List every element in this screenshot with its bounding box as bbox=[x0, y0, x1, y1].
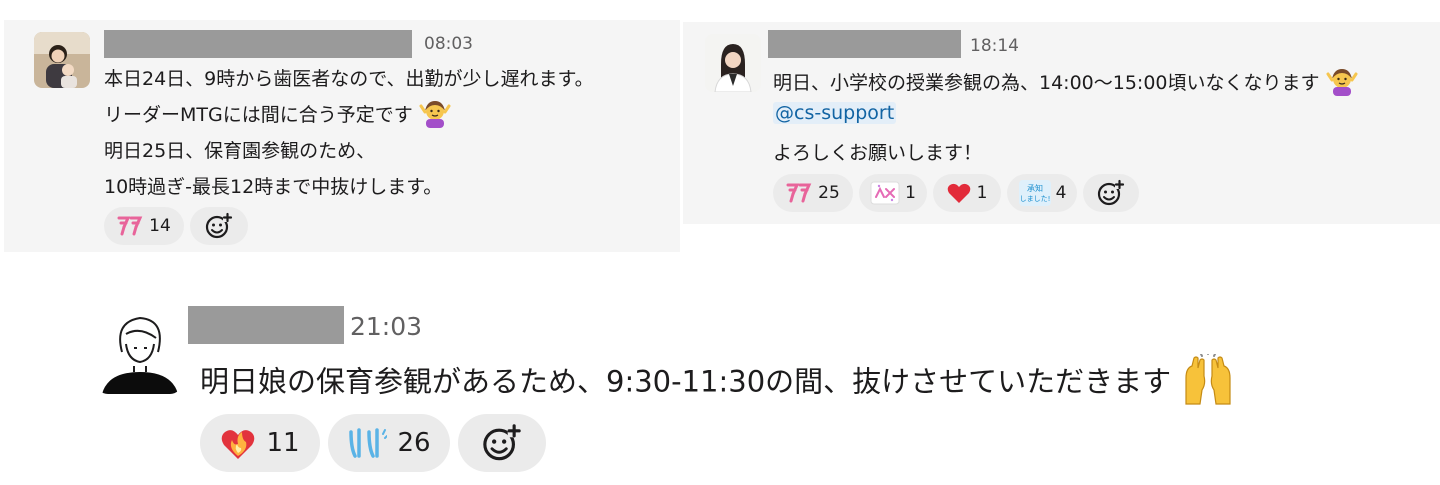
reaction-count: 25 bbox=[818, 183, 840, 203]
message-text-segment: 明日娘の保育参観があるため、9:30-11:30の間、抜けさせていただきます bbox=[200, 364, 1172, 399]
author-name-redacted[interactable] bbox=[768, 30, 961, 58]
message-text-line: @cs-support bbox=[773, 102, 897, 124]
add-reaction-button[interactable] bbox=[1083, 174, 1139, 212]
reaction-shochi-shimashita[interactable]: 承知 しました! 4 bbox=[1007, 174, 1077, 212]
message-text-segment: 明日、小学校の授業参観の為、14:00〜15:00頃いなくなります bbox=[773, 72, 1320, 94]
message-text-line: リーダーMTGには間に合う予定です bbox=[104, 98, 451, 133]
message-text-line: 明日、小学校の授業参観の為、14:00〜15:00頃いなくなります bbox=[773, 66, 1358, 101]
message-card-2: 18:14 明日、小学校の授業参観の為、14:00〜15:00頃いなくなります … bbox=[683, 22, 1440, 224]
message-text-line: 明日25日、保育園参観のため、 bbox=[104, 140, 376, 162]
ryokai-icon bbox=[786, 182, 812, 204]
reaction-count: 11 bbox=[266, 428, 300, 458]
add-reaction-button[interactable] bbox=[458, 414, 546, 472]
add-reaction-icon bbox=[482, 423, 522, 463]
message-timestamp[interactable]: 21:03 bbox=[350, 312, 422, 341]
message-card-3: 21:03 明日娘の保育参観があるため、9:30-11:30の間、抜けさせていた… bbox=[0, 290, 1440, 485]
message-text-segment: リーダーMTGには間に合う予定です bbox=[104, 104, 413, 126]
stamp-text: 承知 bbox=[1027, 183, 1043, 193]
woman-gesturing-ok-icon bbox=[1326, 66, 1358, 101]
raising-hands-icon bbox=[1180, 349, 1236, 413]
reaction-count: 1 bbox=[976, 183, 988, 203]
reaction-sparkle-stamp[interactable]: 1 bbox=[859, 174, 927, 212]
avatar[interactable] bbox=[34, 32, 90, 88]
message-text-line: 本日24日、9時から歯医者なので、出勤が少し遅れます。 bbox=[104, 68, 594, 90]
red-heart-icon bbox=[947, 182, 971, 204]
message-card-1: 08:03 本日24日、9時から歯医者なので、出勤が少し遅れます。 リーダーMT… bbox=[4, 20, 680, 252]
message-timestamp[interactable]: 18:14 bbox=[970, 36, 1019, 56]
reaction-hai-hai[interactable]: 26 bbox=[328, 414, 450, 472]
message-text-line: 明日娘の保育参観があるため、9:30-11:30の間、抜けさせていただきます bbox=[200, 349, 1236, 413]
reaction-count: 4 bbox=[1055, 183, 1067, 203]
sparkle-stamp-icon bbox=[870, 181, 900, 205]
woman-gesturing-ok-icon bbox=[419, 98, 451, 133]
message-text-line: 10時過ぎ-最長12時まで中抜けします。 bbox=[104, 176, 443, 198]
add-reaction-button[interactable] bbox=[190, 207, 248, 245]
author-name-redacted[interactable] bbox=[188, 306, 344, 344]
mention-cs-support[interactable]: @cs-support bbox=[773, 102, 897, 124]
reaction-heart-on-fire[interactable]: 11 bbox=[200, 414, 320, 472]
reaction-count: 1 bbox=[905, 183, 916, 203]
heart-on-fire-icon bbox=[220, 426, 256, 460]
ryokai-icon bbox=[117, 215, 143, 237]
reaction-count: 26 bbox=[397, 428, 431, 458]
hai-hai-icon bbox=[347, 426, 388, 460]
reaction-red-heart[interactable]: 1 bbox=[933, 174, 1001, 212]
message-text-line: よろしくお願いします！ bbox=[773, 142, 983, 164]
reaction-ryokai[interactable]: 25 bbox=[773, 174, 853, 212]
reaction-count: 14 bbox=[149, 216, 171, 236]
add-reaction-icon bbox=[1097, 179, 1125, 207]
avatar[interactable] bbox=[96, 308, 182, 394]
stamp-text: しました! bbox=[1019, 195, 1050, 203]
avatar[interactable] bbox=[705, 34, 761, 92]
reaction-ryokai[interactable]: 14 bbox=[104, 207, 184, 245]
add-reaction-icon bbox=[205, 212, 233, 240]
message-timestamp[interactable]: 08:03 bbox=[424, 34, 473, 54]
shochi-shimashita-icon: 承知 しました! bbox=[1018, 179, 1052, 207]
author-name-redacted[interactable] bbox=[104, 30, 412, 58]
